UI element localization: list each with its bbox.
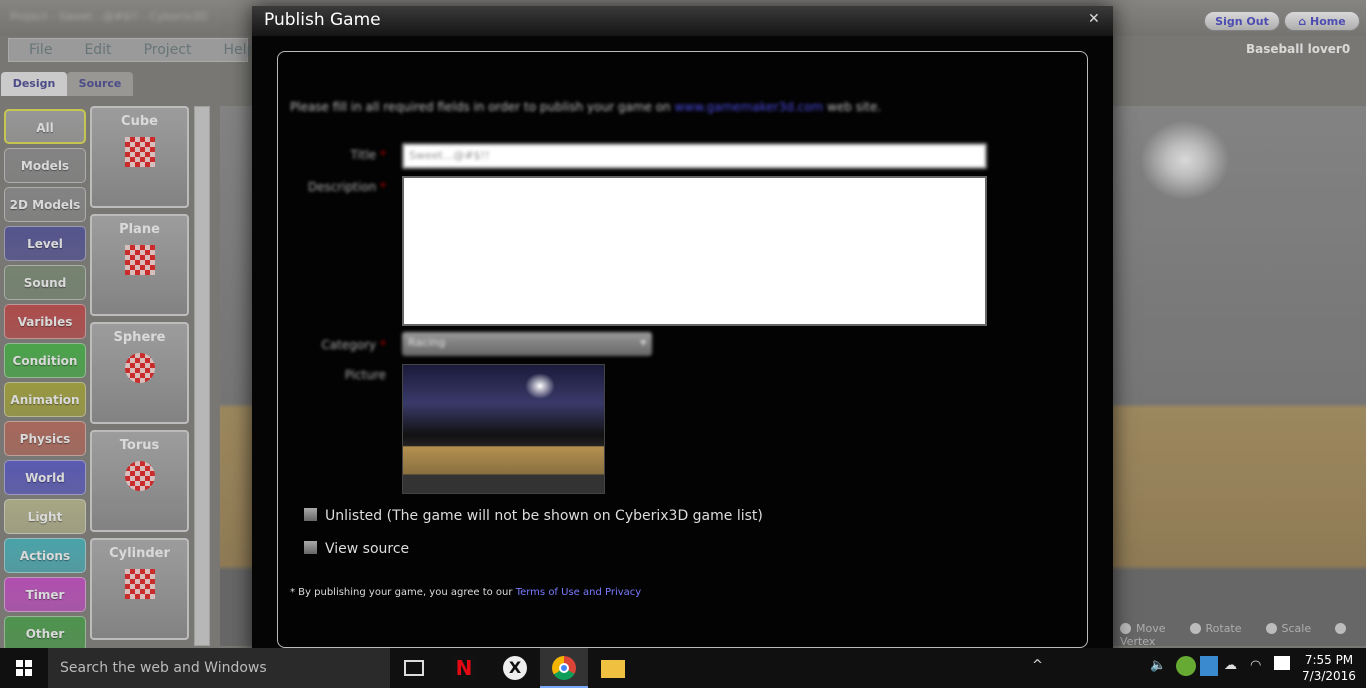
taskbar: Search the web and Windows N X ^ 🔈 ☁ ◠ 7… [0,648,1366,688]
publish-game-dialog: Publish Game ✕ Please fill in all requir… [252,6,1113,661]
checkbox-icon [304,541,317,554]
game-picture[interactable] [402,364,605,494]
checkbox-icon [304,508,317,521]
netflix-icon[interactable]: N [452,656,476,680]
wifi-icon[interactable]: ◠ [1250,658,1261,673]
description-textarea[interactable] [402,176,987,326]
site-link[interactable]: www.gamemaker3d.com [674,100,823,114]
terms-link[interactable]: Terms of Use and Privacy [516,587,642,598]
windows-start-button[interactable] [0,648,48,688]
dialog-header: Publish Game ✕ [252,6,1113,36]
intro-after: web site. [823,100,882,114]
category-label: Category * [321,338,386,352]
app-tray-icon[interactable] [1200,656,1218,676]
date: 7/3/2016 [1302,669,1356,683]
volume-icon[interactable]: 🔈 [1150,658,1166,673]
description-label: Description * [307,180,386,194]
clock[interactable]: 7:55 PM 7/3/2016 [1296,652,1362,684]
picture-label: Picture [344,368,386,382]
xbox-icon[interactable]: X [503,656,527,680]
time: 7:55 PM [1304,653,1354,667]
task-view-icon[interactable] [404,660,424,676]
close-icon[interactable]: ✕ [1088,11,1100,27]
chrome-taskbar-button[interactable] [540,648,588,688]
view-source-checkbox[interactable]: View source [304,541,409,557]
intro-before: Please fill in all required fields in or… [290,100,675,114]
terms-text: * By publishing your game, you agree to … [290,587,642,598]
publish-form: Please fill in all required fields in or… [277,51,1088,648]
unlisted-checkbox[interactable]: Unlisted (The game will not be shown on … [304,508,763,524]
windows-icon [16,660,32,676]
notifications-icon[interactable] [1274,656,1290,670]
file-explorer-icon[interactable] [601,660,625,678]
chevron-up-icon[interactable]: ^ [1032,658,1043,673]
category-select[interactable]: Racing ▾ [402,332,652,356]
chrome-icon [552,656,576,680]
intro-text: Please fill in all required fields in or… [290,100,881,114]
taskbar-search[interactable]: Search the web and Windows [48,648,390,688]
vpn-icon[interactable] [1176,656,1196,676]
onedrive-icon[interactable]: ☁ [1224,658,1237,673]
title-input[interactable]: Sweet...@#$!! [402,143,987,169]
title-label: Title * [350,148,386,162]
chevron-down-icon: ▾ [640,336,646,349]
dialog-title: Publish Game [264,10,381,30]
